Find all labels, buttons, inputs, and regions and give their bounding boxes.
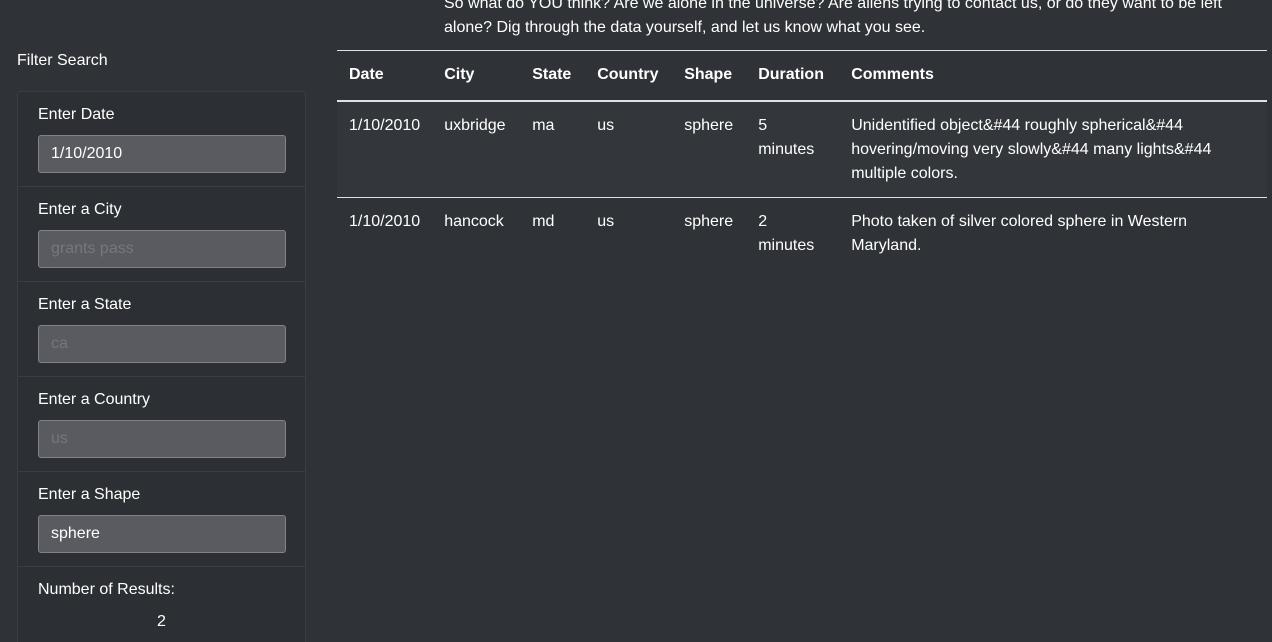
date-label: Enter Date [38,106,115,123]
table-row: 1/10/2010 uxbridge ma us sphere 5 minute… [337,100,1267,198]
header-row: Date City State Country Shape Duration C… [337,50,1267,102]
country-input[interactable] [38,420,286,458]
cell-shape: sphere [672,100,747,198]
cell-country: us [585,100,673,198]
results-label: Number of Results: [38,581,175,598]
filter-panel: Enter Date Enter a City Enter a State En… [17,91,306,642]
ufo-table: Date City State Country Shape Duration C… [337,50,1267,269]
ufo-table-container: Date City State Country Shape Duration C… [337,50,1267,269]
table-row: 1/10/2010 hancock md us sphere 2 minutes… [337,197,1267,269]
cell-state: md [532,212,555,230]
intro-text: So what do YOU think? Are we alone in th… [444,0,1264,40]
cell-comments: Unidentified object&#44 roughly spherica… [839,100,1267,198]
country-label: Enter a Country [38,391,151,408]
cell-city: uxbridge [432,100,521,198]
header-state: State [520,50,586,102]
cell-comments: Photo taken of silver colored sphere in … [851,212,1188,254]
cell-city: hancock [444,212,504,230]
table-header: Date City State Country Shape Duration C… [337,50,1267,102]
results-count: 2 [157,613,166,630]
header-city: City [432,50,521,102]
cell-duration: 2 minutes [758,212,815,254]
date-input[interactable] [38,135,286,173]
page: So what do YOU think? Are we alone in th… [0,0,1272,642]
city-label: Enter a City [38,201,122,218]
header-country: Country [585,50,673,102]
filter-sidebar: Filter Search Enter Date Enter a City En… [0,0,320,642]
cell-country: us [597,212,615,230]
header-duration: Duration [746,50,840,102]
header-date: Date [337,50,433,102]
filter-date: Enter Date [18,92,305,187]
state-label: Enter a State [38,296,132,313]
header-shape: Shape [672,50,747,102]
table-body: 1/10/2010 uxbridge ma us sphere 5 minute… [337,100,1267,269]
cell-date: 1/10/2010 [349,212,421,230]
shape-input[interactable] [38,515,286,553]
shape-label: Enter a Shape [38,486,141,503]
filter-country: Enter a Country [18,377,305,472]
cell-state: ma [520,100,586,198]
filter-state: Enter a State [18,282,305,377]
intro-line-2: alone? Dig through the data yourself, an… [444,19,926,36]
filter-city: Enter a City [18,187,305,282]
header-comments: Comments [839,50,1267,102]
intro-line-1: So what do YOU think? Are we alone in th… [444,0,1222,12]
filter-search-title: Filter Search [17,52,108,69]
filter-shape: Enter a Shape [18,472,305,567]
cell-shape: sphere [684,212,734,230]
cell-duration: 5 minutes [746,100,840,198]
cell-date: 1/10/2010 [337,100,433,198]
city-input[interactable] [38,230,286,268]
state-input[interactable] [38,325,286,363]
